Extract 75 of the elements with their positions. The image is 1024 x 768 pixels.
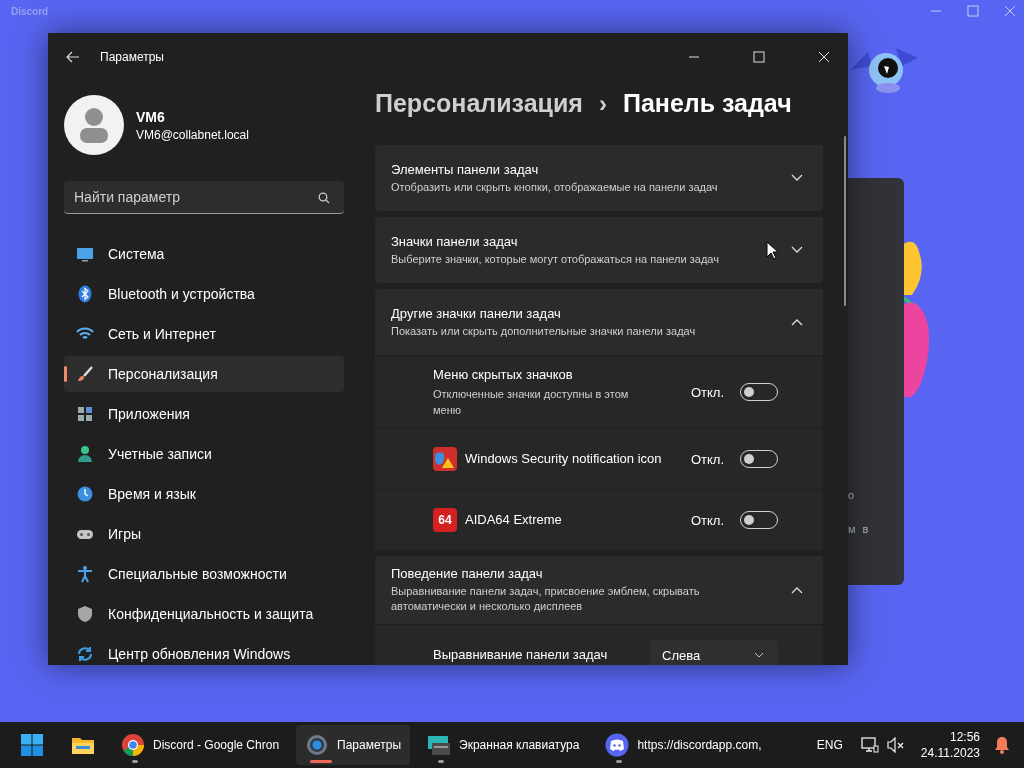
taskbar-app[interactable]: https://discordapp.com, bbox=[596, 725, 771, 765]
nav-item[interactable]: Bluetooth и устройства bbox=[64, 276, 344, 312]
bluetooth-icon bbox=[76, 285, 94, 303]
avatar-icon bbox=[64, 95, 124, 155]
close-icon[interactable] bbox=[818, 51, 830, 63]
section-header[interactable]: Элементы панели задач Отобразить или скрыть кнопки, отображаемые на панели задач bbox=[375, 145, 823, 211]
clock[interactable]: 12:56 24.11.2023 bbox=[920, 729, 980, 761]
system-icon bbox=[76, 245, 94, 263]
user-email: VM6@collabnet.local bbox=[136, 127, 249, 142]
nav-item[interactable]: Приложения bbox=[64, 396, 344, 432]
nav-item[interactable]: Система bbox=[64, 236, 344, 272]
setting-label: Меню скрытых значков bbox=[433, 366, 574, 384]
taskbar-app[interactable]: Параметры bbox=[296, 725, 411, 765]
keyboard-icon bbox=[427, 733, 452, 757]
section-header[interactable]: Другие значки панели задач Показать или скрыть дополнительные значки панели задач bbox=[375, 289, 823, 355]
toggle-state-label: Откл. bbox=[690, 451, 724, 467]
back-arrow-icon[interactable] bbox=[66, 51, 80, 63]
window-title: Discord bbox=[11, 6, 49, 17]
section-title: Поведение панели задач bbox=[391, 566, 544, 581]
section-header[interactable]: Значки панели задач Выберите значки, которые могут отображаться на панели задач bbox=[375, 217, 823, 283]
taskbar-app[interactable]: Discord - Google Chron bbox=[112, 725, 289, 765]
section-header[interactable]: Поведение панели задач Выравнивание панели задач, присвоение эмблем, скрывать автоматически и несколько дисплеев bbox=[375, 556, 823, 624]
section-title: Другие значки панели задач bbox=[391, 305, 562, 321]
accessibility-icon bbox=[76, 565, 94, 583]
window-title: Параметры bbox=[100, 50, 164, 64]
discord-icon bbox=[605, 733, 630, 757]
nav-item[interactable]: Персонализация bbox=[64, 356, 344, 392]
section-title: Значки панели задач bbox=[391, 233, 519, 249]
update-icon bbox=[76, 645, 94, 663]
setting-label: Выравнивание панели задач bbox=[433, 646, 608, 664]
account-icon bbox=[76, 445, 94, 463]
breadcrumb-separator: › bbox=[598, 90, 607, 118]
brush-icon bbox=[76, 365, 94, 383]
taskbar-app[interactable]: Экранная клавиатура bbox=[418, 725, 589, 765]
breadcrumb-link[interactable]: Персонализация bbox=[375, 89, 583, 118]
network-monitor-icon[interactable] bbox=[860, 737, 879, 753]
nav-item[interactable]: Учетные записи bbox=[64, 436, 344, 472]
apps-icon bbox=[76, 405, 94, 423]
shield-warning-icon bbox=[433, 447, 457, 471]
nav-item[interactable]: Конфиденциальность и защита bbox=[64, 596, 344, 632]
setting-label: AIDA64 Extreme bbox=[465, 511, 562, 529]
nav-item[interactable]: Время и язык bbox=[64, 476, 344, 512]
mouse-cursor-icon bbox=[766, 241, 778, 260]
bell-icon[interactable] bbox=[994, 736, 1010, 754]
search-icon bbox=[318, 192, 330, 204]
setting-description: Отключенные значки доступны в этом меню bbox=[433, 387, 630, 418]
toggle-state-label: Откл. bbox=[690, 512, 724, 528]
section-description: Выравнивание панели задач, присвоение эмблем, скрывать автоматически и несколько дисплеев bbox=[391, 584, 701, 614]
privacy-icon bbox=[76, 605, 94, 623]
maximize-icon[interactable] bbox=[753, 51, 765, 63]
nav-item[interactable]: Центр обновления Windows bbox=[64, 636, 344, 665]
nav-item[interactable]: Игры bbox=[64, 516, 344, 552]
section-description: Показать или скрыть дополнительные значки панели задач bbox=[391, 323, 697, 339]
time-icon bbox=[76, 485, 94, 503]
user-name: VM6 bbox=[136, 108, 166, 125]
alignment-dropdown[interactable]: Слева bbox=[650, 640, 778, 665]
chrome-icon bbox=[121, 733, 145, 757]
scrollbar[interactable] bbox=[844, 136, 846, 306]
section-title: Элементы панели задач bbox=[391, 161, 540, 177]
text-fragment: о bbox=[848, 489, 858, 501]
language-indicator[interactable]: ENG bbox=[816, 738, 843, 752]
settings-icon bbox=[305, 733, 330, 757]
nav-item[interactable]: Сеть и Интернет bbox=[64, 316, 344, 352]
section-description: Отобразить или скрыть кнопки, отображаемые на панели задач bbox=[391, 179, 719, 195]
search-field[interactable]: Найти параметр bbox=[64, 181, 344, 214]
text-fragment: м в bbox=[848, 523, 872, 535]
page-title: Панель задач bbox=[622, 89, 792, 118]
muted-speaker-icon[interactable] bbox=[886, 737, 905, 753]
chevron-down-icon bbox=[754, 652, 764, 658]
toggle-state-label: Откл. bbox=[690, 384, 724, 400]
app-badge-icon: 64 bbox=[433, 508, 457, 532]
nav-item[interactable]: Специальные возможности bbox=[64, 556, 344, 592]
setting-label: Windows Security notification icon bbox=[465, 450, 662, 468]
section-description: Выберите значки, которые могут отображаться на панели задач bbox=[391, 251, 720, 267]
start-icon[interactable] bbox=[20, 733, 44, 757]
